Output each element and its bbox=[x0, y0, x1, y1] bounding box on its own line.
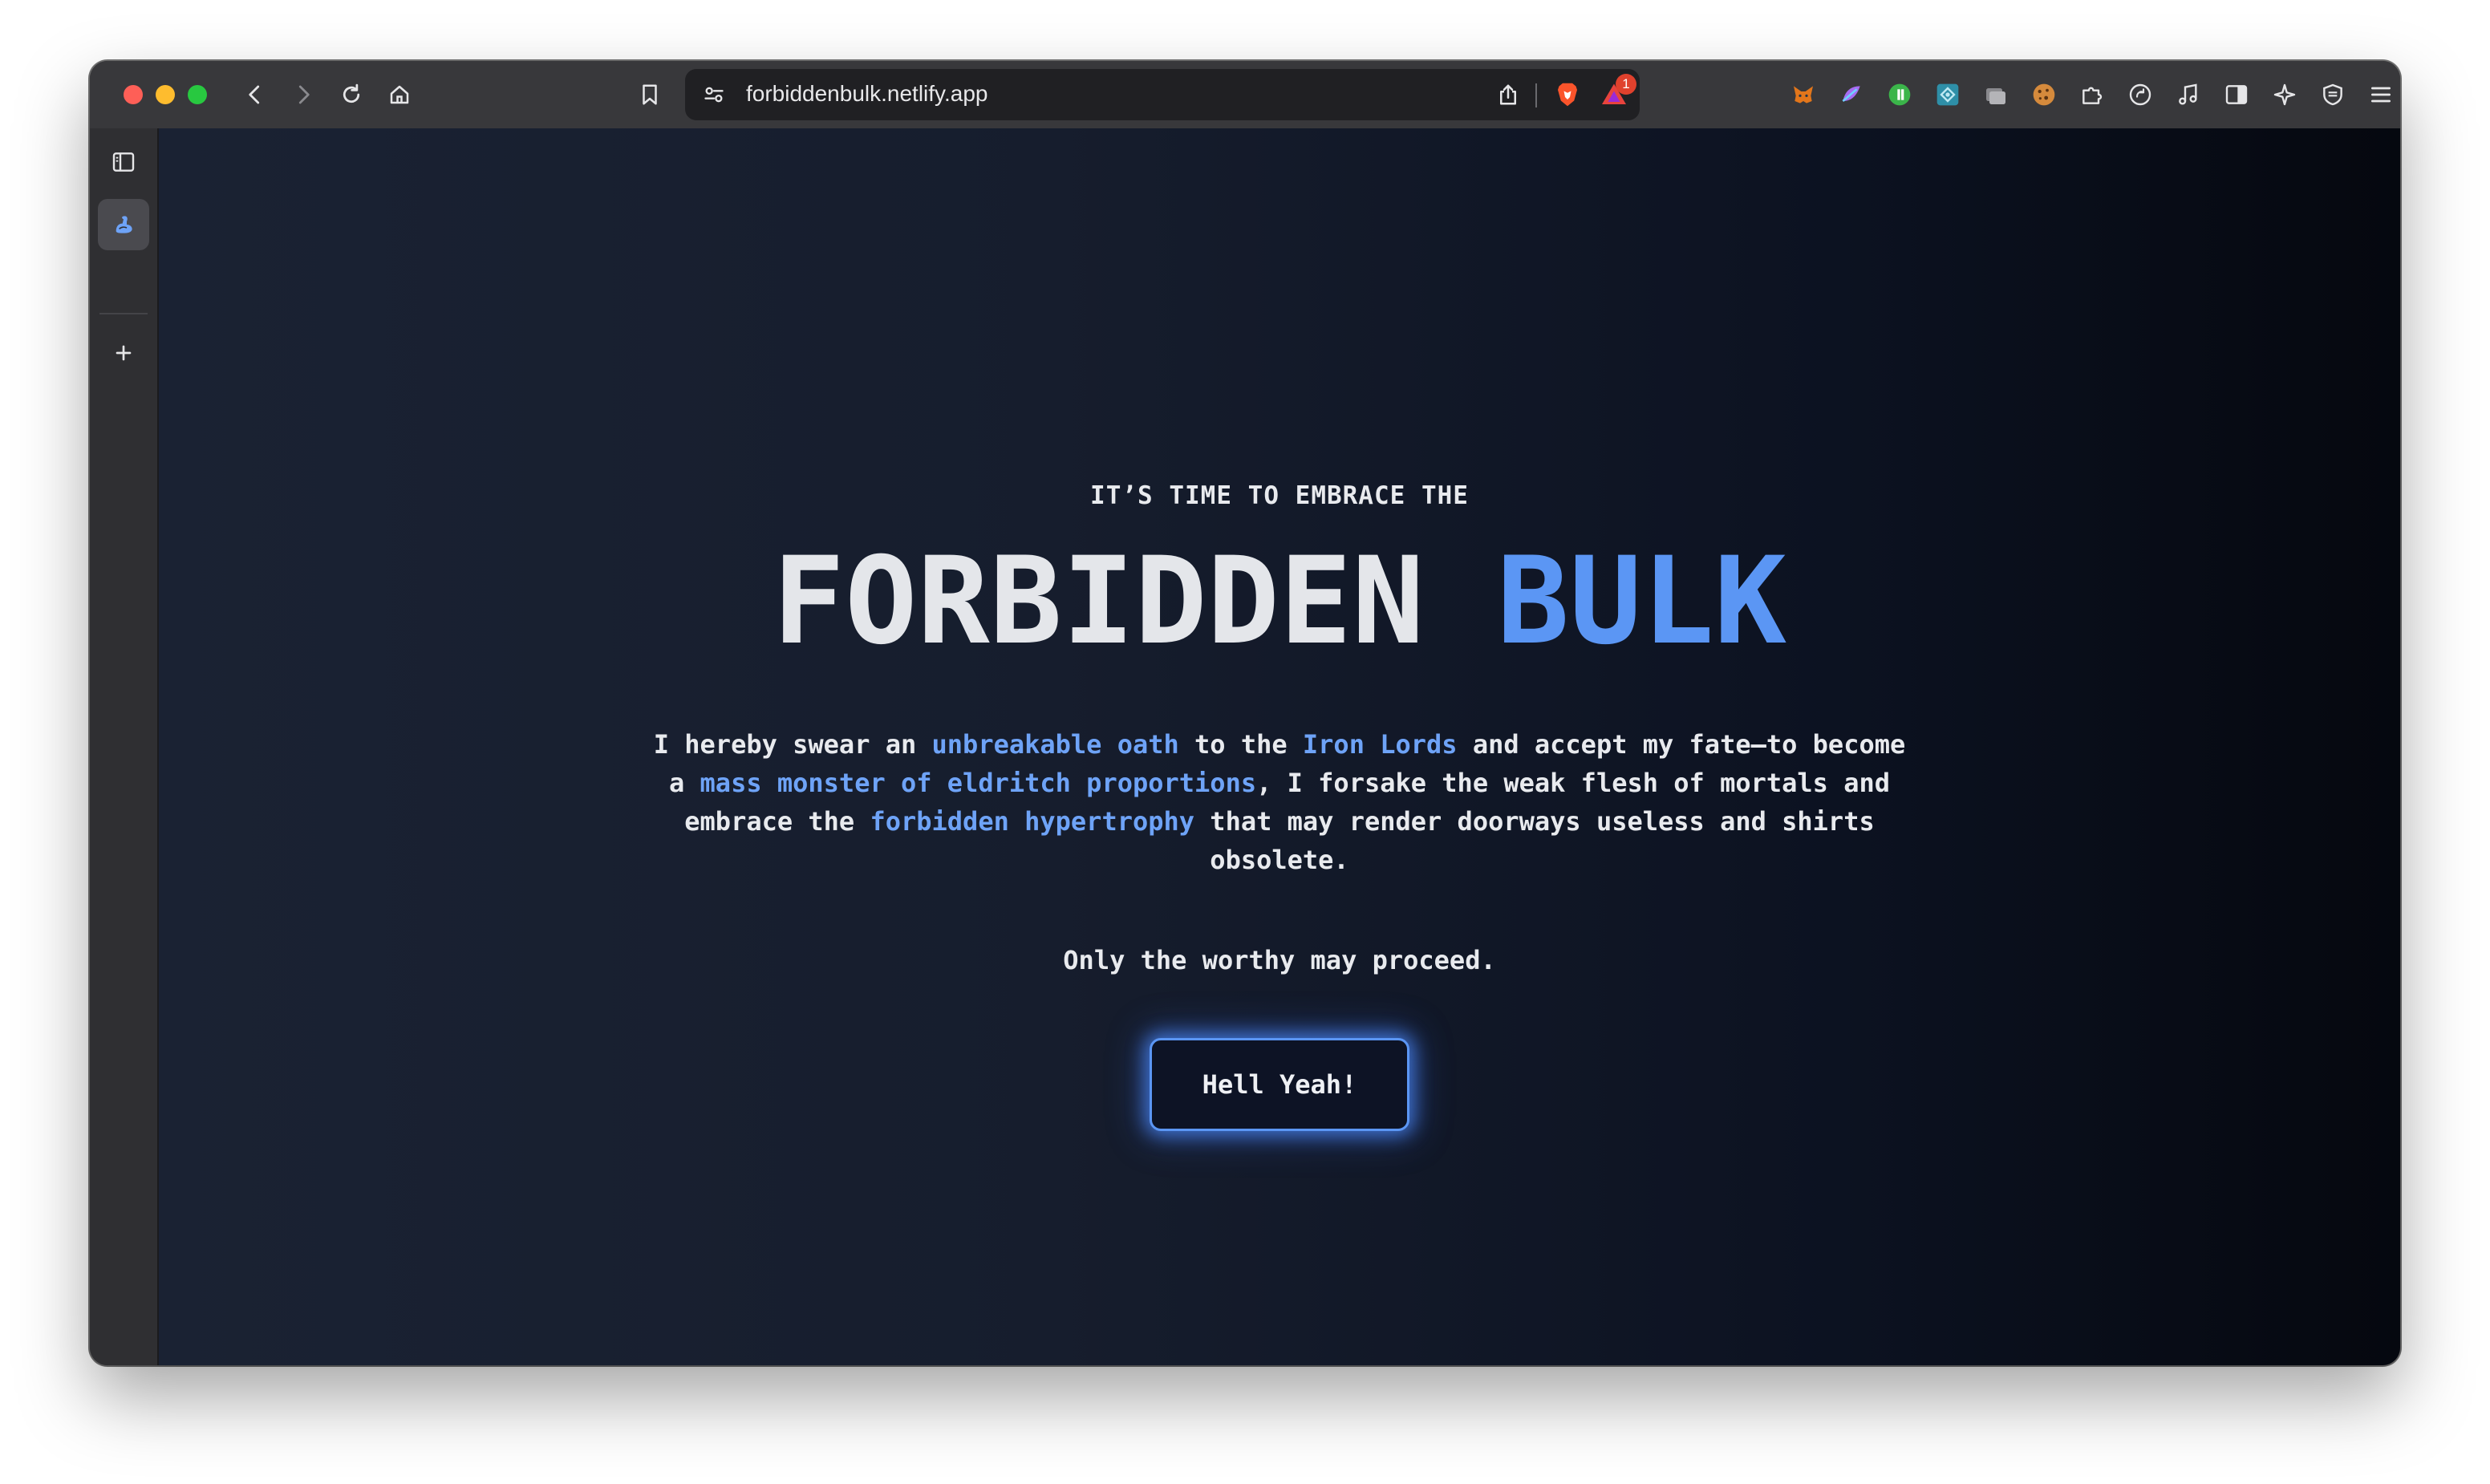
purple-extension-icon[interactable] bbox=[1835, 79, 1868, 111]
title-main: FORBIDDEN bbox=[772, 532, 1497, 671]
puzzle-icon[interactable] bbox=[2076, 79, 2108, 111]
url-text[interactable]: forbiddenbulk.netlify.app bbox=[746, 81, 987, 107]
browser-toolbar: forbiddenbulk.netlify.app 1 bbox=[90, 61, 2400, 128]
oath-text-5: that may render doorways useless and shi… bbox=[1194, 806, 1875, 875]
address-bar-divider bbox=[1535, 83, 1537, 107]
hell-yeah-button[interactable]: Hell Yeah! bbox=[1150, 1038, 1409, 1131]
browser-window: forbiddenbulk.netlify.app 1 IT’S TIME TO… bbox=[90, 61, 2400, 1365]
home-icon[interactable] bbox=[382, 77, 417, 112]
back-icon[interactable] bbox=[237, 77, 273, 112]
music-icon[interactable] bbox=[2172, 79, 2204, 111]
notification-badge: 1 bbox=[1616, 74, 1636, 95]
bicep-app-icon[interactable] bbox=[98, 199, 149, 250]
cookie-icon[interactable] bbox=[2028, 79, 2060, 111]
eyebrow-text: IT’S TIME TO EMBRACE THE bbox=[1090, 481, 1469, 510]
browser-sidebar bbox=[90, 128, 159, 1365]
split-view-icon[interactable] bbox=[2220, 79, 2253, 111]
oath-highlight-2: Iron Lords bbox=[1302, 729, 1458, 760]
sidebar-divider bbox=[99, 313, 148, 314]
sync-icon[interactable] bbox=[2124, 79, 2156, 111]
metamask-fox-icon[interactable] bbox=[1787, 79, 1819, 111]
oath-highlight-1: unbreakable oath bbox=[931, 729, 1179, 760]
maximize-window-button[interactable] bbox=[188, 85, 207, 104]
add-icon[interactable] bbox=[98, 327, 149, 379]
teal-extension-icon[interactable] bbox=[1932, 79, 1964, 111]
page-title: FORBIDDEN BULK bbox=[159, 529, 2400, 674]
bookmark-icon[interactable] bbox=[632, 77, 667, 112]
reload-icon[interactable] bbox=[334, 77, 369, 112]
oath-text-2: to the bbox=[1178, 729, 1303, 760]
tab-groups-icon[interactable] bbox=[1980, 79, 2012, 111]
forward-icon[interactable] bbox=[286, 77, 321, 112]
minimize-window-button[interactable] bbox=[156, 85, 175, 104]
sidebar-toggle-icon[interactable] bbox=[98, 136, 149, 188]
green-extension-icon[interactable] bbox=[1884, 79, 1916, 111]
title-accent: BULK bbox=[1496, 532, 1787, 671]
menu-icon[interactable] bbox=[2365, 79, 2397, 111]
share-icon[interactable] bbox=[1492, 79, 1524, 111]
site-settings-icon[interactable] bbox=[698, 79, 730, 111]
close-window-button[interactable] bbox=[124, 85, 143, 104]
oath-highlight-3: mass monster of eldritch proportions bbox=[700, 768, 1257, 798]
page-content: IT’S TIME TO EMBRACE THE FORBIDDEN BULK … bbox=[159, 128, 2400, 1365]
oath-text-1: I hereby swear an bbox=[653, 729, 932, 760]
address-bar[interactable]: forbiddenbulk.netlify.app 1 bbox=[685, 69, 1640, 120]
brave-shields-icon[interactable] bbox=[1548, 75, 1587, 114]
vpn-shield-icon[interactable] bbox=[2317, 79, 2349, 111]
leo-ai-icon[interactable] bbox=[2269, 79, 2301, 111]
oath-highlight-4: forbidden hypertrophy bbox=[870, 806, 1195, 837]
worthy-text: Only the worthy may proceed. bbox=[1063, 945, 1496, 975]
oath-paragraph: I hereby swear an unbreakable oath to th… bbox=[646, 725, 1913, 879]
